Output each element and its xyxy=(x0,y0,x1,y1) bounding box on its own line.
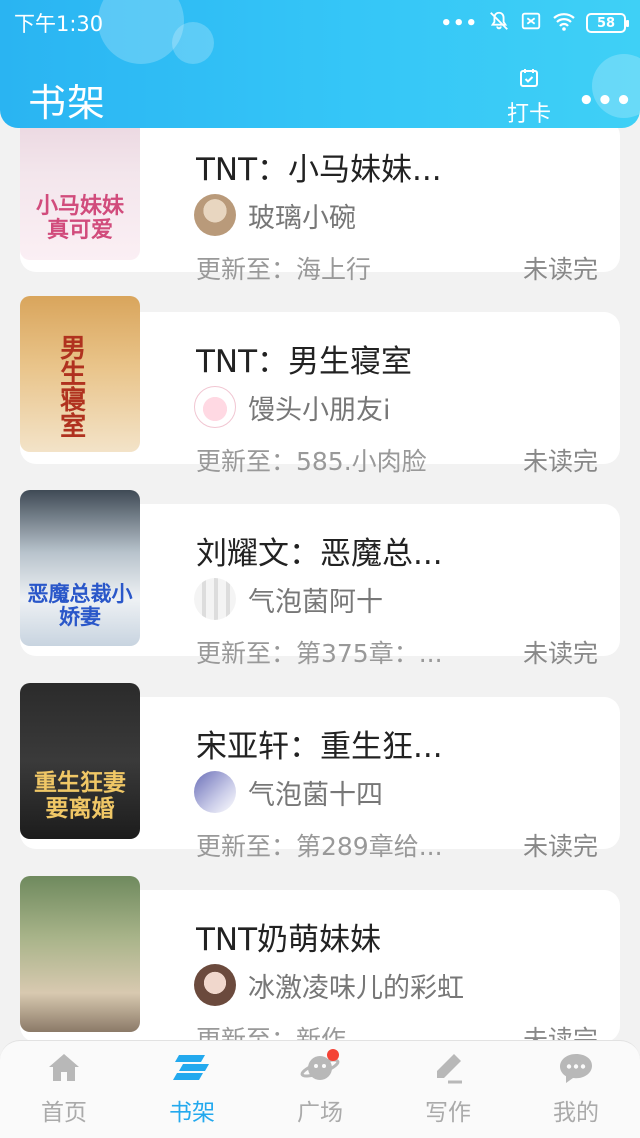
cover-title: 恶魔总裁小娇妻 xyxy=(27,580,133,629)
nav-plaza[interactable]: 广场 xyxy=(265,1041,375,1127)
bookshelf-icon xyxy=(173,1051,211,1089)
pen-icon xyxy=(430,1051,466,1089)
app-header: 下午1:30 ••• 58 书架 打卡 ••• xyxy=(0,0,640,128)
book-author: 冰激凌味儿的彩虹 xyxy=(194,964,464,1006)
nav-label: 首页 xyxy=(41,1100,87,1126)
author-avatar xyxy=(194,964,236,1006)
book-update: 更新至：海上行 xyxy=(196,255,372,284)
nav-home[interactable]: 首页 xyxy=(9,1041,119,1127)
more-options-button[interactable]: ••• xyxy=(578,86,634,116)
book-status: 未读完 xyxy=(522,639,598,668)
book-title: 刘耀文：恶魔总... xyxy=(196,536,443,572)
book-status: 未读完 xyxy=(522,447,598,476)
chat-icon xyxy=(557,1051,595,1089)
nav-label: 广场 xyxy=(297,1100,343,1126)
author-avatar xyxy=(194,386,236,428)
nav-label: 写作 xyxy=(425,1100,471,1126)
book-title: TNT：男生寝室 xyxy=(196,344,413,380)
book-author: 馒头小朋友i xyxy=(194,386,391,428)
book-status: 未读完 xyxy=(522,255,598,284)
cover-title: 重生狂妻要离婚 xyxy=(34,769,126,822)
nav-me[interactable]: 我的 xyxy=(521,1041,631,1127)
book-title: TNT：小马妹妹... xyxy=(196,152,442,188)
book-cover[interactable]: 恶魔总裁小娇妻 xyxy=(20,490,140,646)
author-name: 馒头小朋友i xyxy=(248,394,391,426)
book-update: 更新至：第375章：... xyxy=(196,639,443,668)
nav-label: 书架 xyxy=(169,1100,215,1126)
cover-title: 男生寝室 xyxy=(55,334,86,438)
notification-badge xyxy=(327,1049,339,1061)
author-name: 气泡菌阿十 xyxy=(248,586,383,618)
status-icons: ••• 58 xyxy=(440,10,629,37)
checkin-button[interactable]: 打卡 xyxy=(503,66,555,128)
status-bar: 下午1:30 ••• 58 xyxy=(0,0,640,46)
author-name: 气泡菌十四 xyxy=(248,779,383,811)
cover-title: 小马妹妹真可爱 xyxy=(35,192,124,243)
book-author: 玻璃小碗 xyxy=(194,194,356,236)
book-status: 未读完 xyxy=(522,832,598,861)
author-avatar xyxy=(194,771,236,813)
book-update: 更新至：585.小肉脸 xyxy=(196,447,427,476)
checkin-label: 打卡 xyxy=(506,102,551,127)
book-cover[interactable]: 重生狂妻要离婚 xyxy=(20,683,140,839)
book-update: 更新至：第289章给... xyxy=(196,832,443,861)
author-name: 冰激凌味儿的彩虹 xyxy=(248,972,464,1004)
book-author: 气泡菌十四 xyxy=(194,771,383,813)
notification-dots-icon: ••• xyxy=(440,12,478,34)
author-avatar xyxy=(194,194,236,236)
bottom-navigation: 首页 书架 广场 写作 我的 xyxy=(0,1040,640,1138)
nav-label: 我的 xyxy=(553,1100,599,1126)
bookshelf-list: 更新至：海上行 未读完 TNT：小马妹妹... 玻璃小碗 小马妹妹真可爱 TNT… xyxy=(0,0,640,1054)
sim-icon xyxy=(520,10,542,37)
nav-bookshelf[interactable]: 书架 xyxy=(137,1041,247,1127)
page-title: 书架 xyxy=(28,81,107,125)
book-cover[interactable]: 男生寝室 xyxy=(20,296,140,452)
book-author: 气泡菌阿十 xyxy=(194,578,383,620)
book-cover[interactable] xyxy=(20,876,140,1032)
bell-muted-icon xyxy=(488,10,510,37)
nav-write[interactable]: 写作 xyxy=(393,1041,503,1127)
home-icon xyxy=(46,1051,82,1089)
calendar-check-icon xyxy=(517,66,541,94)
author-avatar xyxy=(194,578,236,620)
status-time: 下午1:30 xyxy=(14,12,104,36)
author-name: 玻璃小碗 xyxy=(248,202,356,234)
book-title: TNT奶萌妹妹 xyxy=(196,922,382,958)
book-title: 宋亚轩：重生狂... xyxy=(196,729,443,765)
wifi-icon xyxy=(552,10,576,37)
battery-icon: 58 xyxy=(586,13,629,33)
